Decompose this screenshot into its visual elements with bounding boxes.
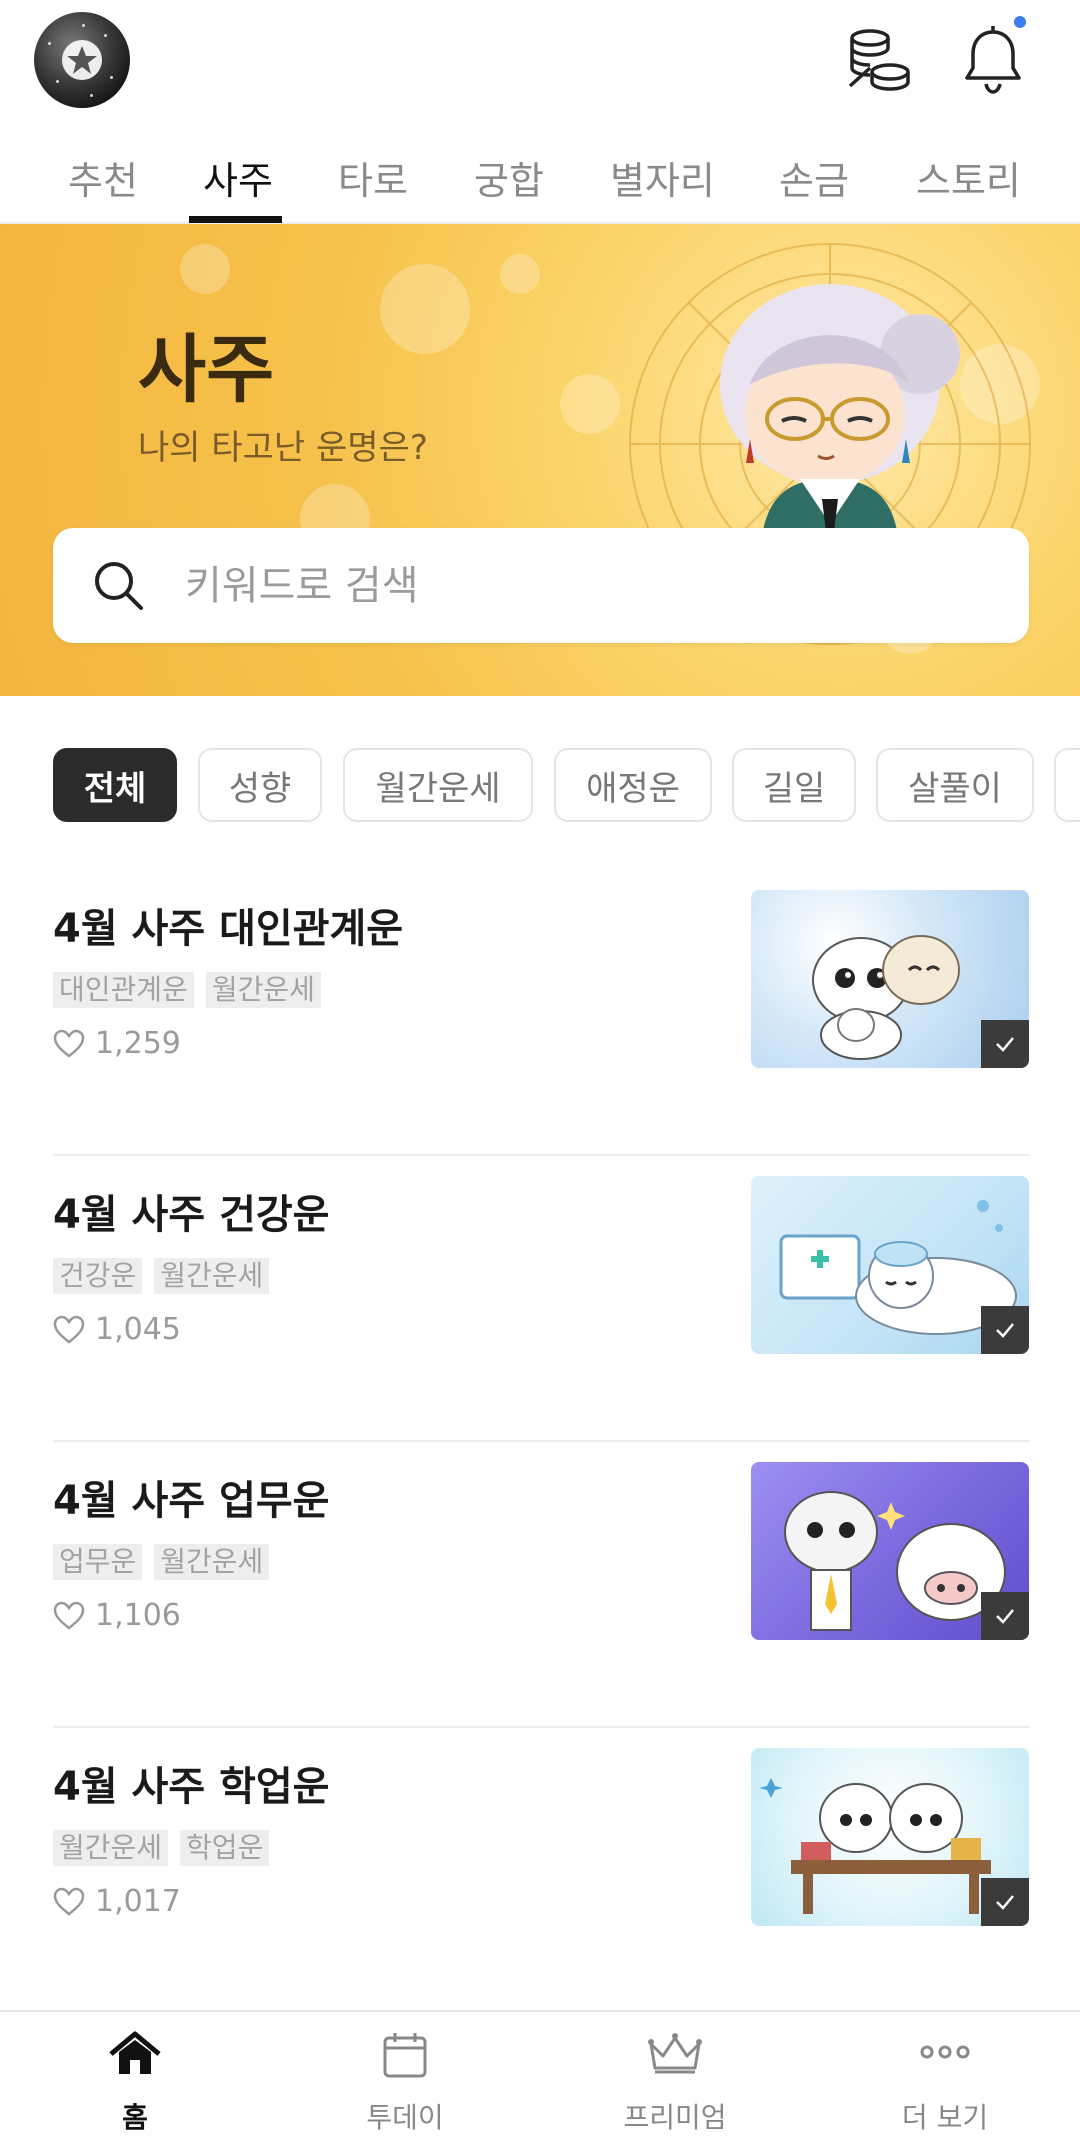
tab-tarot[interactable]: 타로: [338, 150, 408, 205]
tab-compatibility[interactable]: 궁합: [474, 150, 544, 205]
chip-exorcism[interactable]: 살풀이: [876, 748, 1034, 822]
nav-premium-label: 프리미엄: [623, 2101, 727, 2134]
nav-home[interactable]: 홈: [0, 2012, 270, 2142]
category-tabs: 추천 사주 타로 궁합 별자리 손금 스토리: [0, 140, 1080, 224]
search-bar[interactable]: [53, 528, 1029, 643]
tag: 학업운: [180, 1830, 270, 1866]
profile-avatar[interactable]: [34, 12, 130, 108]
chip-all[interactable]: 전체: [53, 748, 177, 822]
search-input[interactable]: [185, 528, 985, 643]
list-item[interactable]: 4월 사주 건강운 건강운 월간운세 1,045: [53, 1156, 1029, 1442]
notification-dot: [1014, 16, 1026, 28]
tag: 월간운세: [154, 1544, 270, 1580]
tab-zodiac[interactable]: 별자리: [610, 150, 715, 205]
check-icon: [996, 1323, 1014, 1338]
chip-more[interactable]: [1054, 748, 1080, 822]
like-count-value: 1,106: [95, 1598, 181, 1633]
like-count-value: 1,017: [95, 1884, 181, 1919]
item-thumbnail: [751, 1748, 1029, 1926]
nav-today[interactable]: 투데이: [270, 2012, 540, 2142]
heart-icon: [53, 1029, 85, 1058]
checked-badge: [981, 1020, 1029, 1068]
list-item[interactable]: 4월 사주 대인관계운 대인관계운 월간운세 1,259: [53, 870, 1029, 1156]
hero-banner: 사주 나의 타고난 운명은?: [0, 224, 1080, 696]
check-icon: [996, 1037, 1014, 1052]
tag: 업무운: [53, 1544, 143, 1580]
more-icon: [920, 2045, 970, 2059]
home-icon: [109, 2031, 161, 2074]
nav-today-label: 투데이: [366, 2101, 444, 2134]
checked-badge: [981, 1878, 1029, 1926]
bell-icon: [965, 26, 1021, 94]
like-count: 1,017: [53, 1884, 181, 1919]
check-icon: [996, 1895, 1014, 1910]
nav-premium[interactable]: 프리미엄: [540, 2012, 810, 2142]
list-item[interactable]: 4월 사주 학업운 월간운세 학업운 1,017: [53, 1728, 1029, 2014]
item-thumbnail: [751, 1176, 1029, 1354]
item-tags: 업무운 월간운세: [53, 1544, 270, 1580]
active-tab-indicator: [189, 216, 282, 223]
hero-title: 사주: [138, 327, 275, 413]
nav-more-label: 더 보기: [901, 2101, 989, 2134]
item-tags: 건강운 월간운세: [53, 1258, 270, 1294]
tab-saju[interactable]: 사주: [203, 150, 273, 205]
search-icon: [95, 562, 143, 610]
check-icon: [996, 1609, 1014, 1624]
filter-chips: 전체 성향 월간운세 애정운 길일 살풀이: [0, 748, 1080, 824]
like-count-value: 1,045: [95, 1312, 181, 1347]
hero-subtitle: 나의 타고난 운명은?: [138, 428, 428, 468]
checked-badge: [981, 1592, 1029, 1640]
notification-button[interactable]: [958, 22, 1028, 98]
tag: 월간운세: [205, 972, 321, 1008]
heart-icon: [53, 1887, 85, 1916]
top-bar: [0, 0, 1080, 130]
chip-lucky-day[interactable]: 길일: [732, 748, 856, 822]
nav-home-label: 홈: [122, 2101, 148, 2134]
item-title: 4월 사주 학업운: [53, 1764, 330, 1810]
item-title: 4월 사주 대인관계운: [53, 906, 404, 952]
fortune-teller-character: [720, 284, 960, 564]
star-avatar-icon: [62, 40, 102, 80]
tab-story[interactable]: 스토리: [916, 150, 1021, 205]
item-thumbnail: [751, 890, 1029, 1068]
tag: 월간운세: [53, 1830, 169, 1866]
heart-icon: [53, 1601, 85, 1630]
tag: 대인관계운: [53, 972, 194, 1008]
tag: 건강운: [53, 1258, 143, 1294]
coins-icon: [848, 29, 910, 91]
list-item[interactable]: 4월 사주 업무운 업무운 월간운세 1,106: [53, 1442, 1029, 1728]
nav-more[interactable]: 더 보기: [810, 2012, 1080, 2142]
chip-monthly[interactable]: 월간운세: [343, 748, 533, 822]
checked-badge: [981, 1306, 1029, 1354]
bottom-navigation: 홈 투데이 프리미엄 더 보기: [0, 2010, 1080, 2142]
coins-button[interactable]: [840, 24, 916, 100]
tab-palmistry[interactable]: 손금: [779, 150, 849, 205]
tag: 월간운세: [154, 1258, 270, 1294]
like-count-value: 1,259: [95, 1026, 181, 1061]
item-tags: 대인관계운 월간운세: [53, 972, 321, 1008]
like-count: 1,106: [53, 1598, 181, 1633]
tab-recommend[interactable]: 추천: [68, 150, 138, 205]
item-title: 4월 사주 건강운: [53, 1192, 330, 1238]
item-title: 4월 사주 업무운: [53, 1478, 330, 1524]
crown-icon: [648, 2033, 702, 2074]
item-tags: 월간운세 학업운: [53, 1830, 270, 1866]
like-count: 1,045: [53, 1312, 181, 1347]
like-count: 1,259: [53, 1026, 181, 1061]
heart-icon: [53, 1315, 85, 1344]
calendar-icon: [383, 2033, 427, 2078]
chip-personality[interactable]: 성향: [198, 748, 322, 822]
item-thumbnail: [751, 1462, 1029, 1640]
chip-love[interactable]: 애정운: [554, 748, 712, 822]
